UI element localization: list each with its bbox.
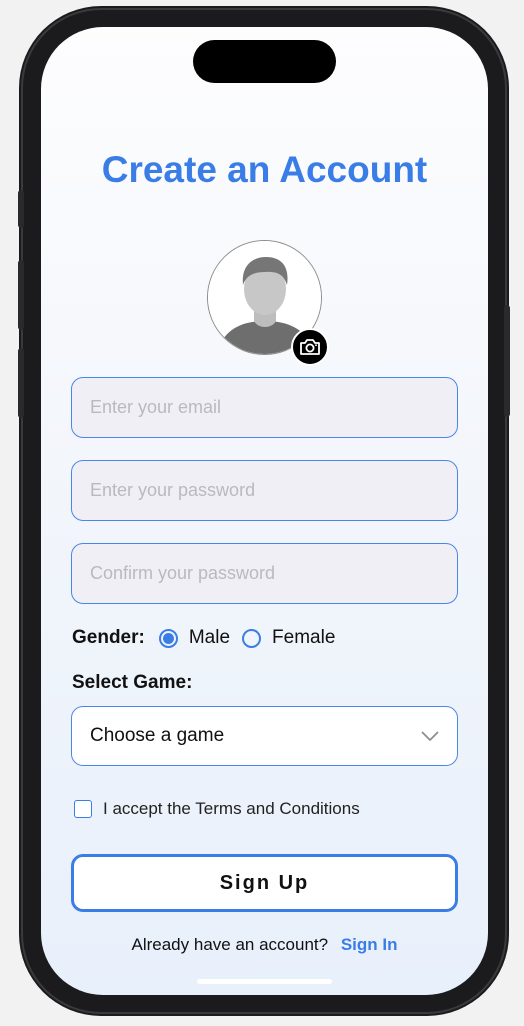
- page-title: Create an Account: [101, 149, 428, 190]
- gender-option-label: Female: [272, 627, 336, 648]
- radio-selected-icon[interactable]: [158, 628, 178, 648]
- camera-button[interactable]: [291, 328, 329, 366]
- confirm-password-field[interactable]: [71, 543, 458, 604]
- password-input[interactable]: [72, 461, 457, 520]
- volume-up-button: [18, 260, 24, 330]
- footer: Already have an account? Sign In: [41, 935, 488, 955]
- volume-down-button: [18, 348, 24, 418]
- gender-option-label: Male: [188, 627, 231, 648]
- dynamic-island: [193, 40, 336, 83]
- gender-option-male[interactable]: Male: [158, 627, 231, 649]
- terms-label: I accept the Terms and Conditions: [103, 799, 360, 818]
- camera-icon: [300, 339, 320, 355]
- screen: Create an Account Gender:: [41, 27, 488, 995]
- terms-checkbox[interactable]: [74, 800, 92, 818]
- terms-row[interactable]: I accept the Terms and Conditions: [74, 798, 360, 820]
- confirm-password-input[interactable]: [72, 544, 457, 603]
- password-field[interactable]: [71, 460, 458, 521]
- email-input[interactable]: [72, 378, 457, 437]
- sign-in-link[interactable]: Sign In: [341, 935, 398, 954]
- footer-prompt: Already have an account?: [131, 935, 329, 954]
- email-field[interactable]: [71, 377, 458, 438]
- chevron-down-icon: [421, 731, 439, 741]
- action-button: [18, 190, 24, 228]
- game-select-value: Choose a game: [90, 725, 225, 746]
- game-select[interactable]: Choose a game: [71, 706, 458, 766]
- home-indicator: [197, 979, 332, 984]
- power-button: [504, 305, 510, 417]
- sign-up-button[interactable]: Sign Up: [71, 854, 458, 912]
- gender-label: Gender:: [72, 627, 145, 648]
- select-game-label: Select Game:: [72, 672, 193, 693]
- gender-option-female[interactable]: Female: [242, 627, 335, 649]
- gender-row: Gender: Male Female: [72, 624, 347, 652]
- radio-unselected-icon[interactable]: [242, 628, 262, 648]
